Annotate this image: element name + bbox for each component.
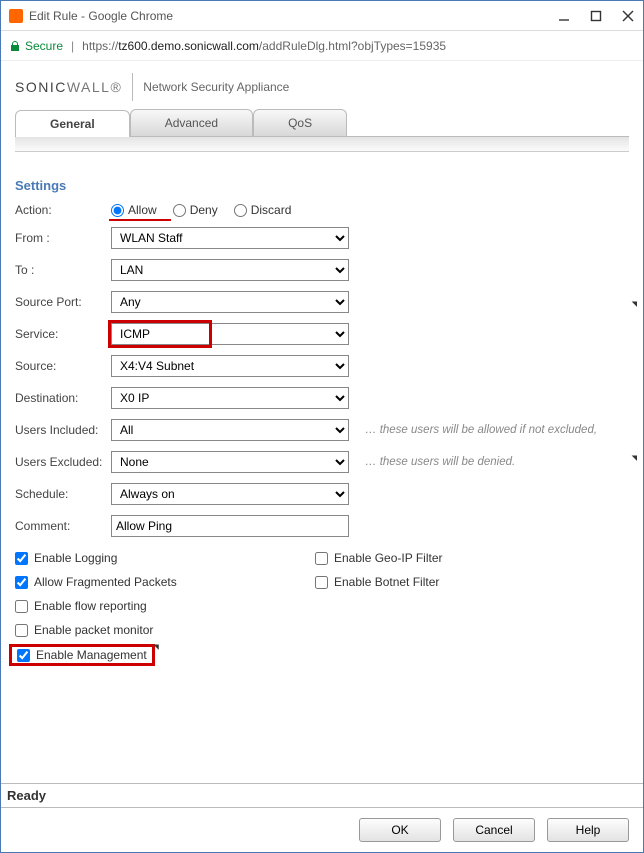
check-enable-botnet[interactable] bbox=[315, 576, 328, 589]
favicon bbox=[9, 9, 23, 23]
destination-label: Destination: bbox=[15, 391, 111, 405]
radio-deny[interactable] bbox=[173, 204, 186, 217]
check-enable-logging[interactable] bbox=[15, 552, 28, 565]
enable-management-wrap: Enable Management ◥ bbox=[15, 647, 149, 663]
button-bar: OK Cancel Help bbox=[1, 808, 643, 852]
content-area: SONICWALL® Network Security Appliance Ge… bbox=[1, 61, 643, 783]
cancel-button[interactable]: Cancel bbox=[453, 818, 535, 842]
from-select[interactable]: WLAN Staff bbox=[111, 227, 349, 249]
to-select[interactable]: LAN bbox=[111, 259, 349, 281]
status-bar: Ready bbox=[1, 783, 643, 808]
checkbox-grid: Enable Logging Enable Geo-IP Filter Allo… bbox=[15, 551, 629, 663]
comment-input[interactable] bbox=[111, 515, 349, 537]
brand-row: SONICWALL® Network Security Appliance bbox=[15, 73, 629, 101]
source-select[interactable]: X4:V4 Subnet bbox=[111, 355, 349, 377]
schedule-label: Schedule: bbox=[15, 487, 111, 501]
source-port-label: Source Port: bbox=[15, 295, 111, 309]
users-excluded-label: Users Excluded: bbox=[15, 455, 111, 469]
brand-divider bbox=[132, 73, 133, 101]
radio-discard[interactable] bbox=[234, 204, 247, 217]
window-title: Edit Rule - Google Chrome bbox=[29, 9, 557, 23]
tab-general[interactable]: General bbox=[15, 110, 130, 137]
tab-qos[interactable]: QoS bbox=[253, 109, 347, 136]
users-excluded-select[interactable]: None bbox=[111, 451, 349, 473]
section-title: Settings bbox=[15, 178, 629, 193]
maximize-button[interactable] bbox=[589, 9, 603, 23]
action-radios: Allow Deny Discard bbox=[111, 203, 629, 217]
check-allow-fragmented[interactable] bbox=[15, 576, 28, 589]
check-enable-flow-reporting[interactable] bbox=[15, 600, 28, 613]
brand-subtitle: Network Security Appliance bbox=[143, 80, 289, 94]
url-display[interactable]: https://tz600.demo.sonicwall.com/addRule… bbox=[82, 39, 446, 53]
action-label: Action: bbox=[15, 203, 111, 217]
titlebar: Edit Rule - Google Chrome bbox=[1, 1, 643, 31]
users-included-note: … these users will be allowed if not exc… bbox=[365, 424, 629, 436]
schedule-select[interactable]: Always on bbox=[111, 483, 349, 505]
minimize-button[interactable] bbox=[557, 9, 571, 23]
tab-strip bbox=[15, 136, 629, 152]
url-separator: | bbox=[71, 39, 74, 53]
tab-advanced[interactable]: Advanced bbox=[130, 109, 253, 136]
help-button[interactable]: Help bbox=[547, 818, 629, 842]
check-enable-packet-monitor[interactable] bbox=[15, 624, 28, 637]
brand-logo: SONICWALL® bbox=[15, 79, 122, 95]
secure-label: Secure bbox=[25, 39, 63, 53]
address-bar: Secure | https://tz600.demo.sonicwall.co… bbox=[1, 31, 643, 61]
lock-icon bbox=[9, 40, 21, 52]
to-label: To : bbox=[15, 263, 111, 277]
radio-allow[interactable] bbox=[111, 204, 124, 217]
app-window: Edit Rule - Google Chrome Secure | https… bbox=[0, 0, 644, 853]
users-included-label: Users Included: bbox=[15, 423, 111, 437]
close-button[interactable] bbox=[621, 9, 635, 23]
source-label: Source: bbox=[15, 359, 111, 373]
source-port-select[interactable]: Any bbox=[111, 291, 349, 313]
settings-form: Action: Allow Deny Discard From : WLAN S… bbox=[15, 203, 629, 537]
comment-label: Comment: bbox=[15, 519, 111, 533]
ok-button[interactable]: OK bbox=[359, 818, 441, 842]
check-enable-geoip[interactable] bbox=[315, 552, 328, 565]
secure-indicator: Secure bbox=[9, 39, 63, 53]
tab-row: General Advanced QoS bbox=[15, 109, 629, 152]
settings-section: Settings Action: Allow Deny Discard From… bbox=[15, 178, 629, 663]
from-label: From : bbox=[15, 231, 111, 245]
check-enable-management[interactable] bbox=[17, 649, 30, 662]
users-excluded-note: … these users will be denied. bbox=[365, 456, 629, 468]
service-select[interactable]: ICMP bbox=[111, 323, 349, 345]
enable-management-marker: ◥ bbox=[153, 643, 158, 651]
users-included-select[interactable]: All bbox=[111, 419, 349, 441]
window-buttons bbox=[557, 9, 635, 23]
service-label: Service: bbox=[15, 327, 111, 341]
destination-select[interactable]: X0 IP bbox=[111, 387, 349, 409]
highlight-underline bbox=[109, 219, 171, 221]
